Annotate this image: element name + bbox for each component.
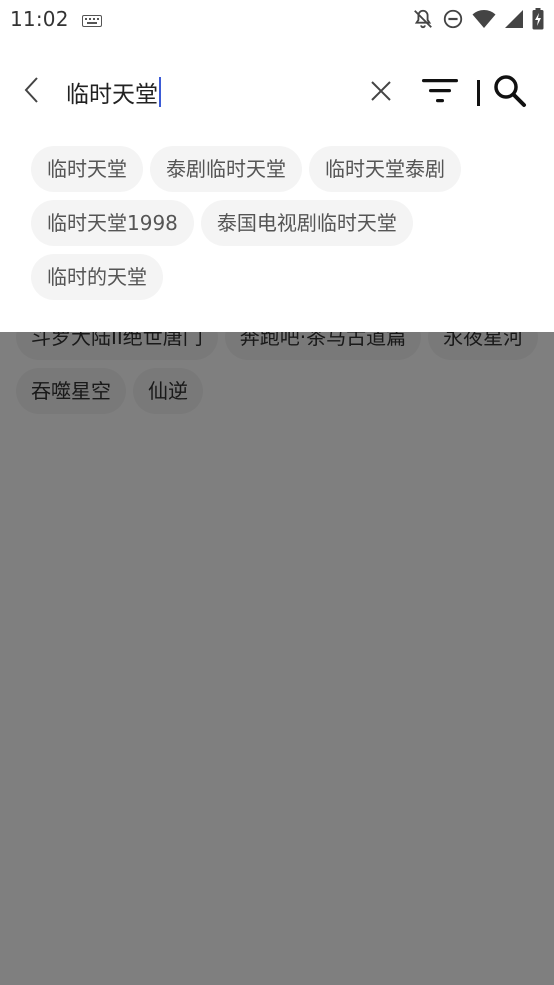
battery-charging-icon bbox=[532, 8, 544, 30]
search-input-text: 临时天堂 bbox=[66, 82, 158, 108]
filter-button[interactable] bbox=[420, 76, 460, 110]
suggestion-chip[interactable]: 临时天堂1998 bbox=[31, 200, 194, 246]
filter-icon bbox=[421, 77, 459, 109]
close-icon bbox=[370, 80, 392, 106]
suggestion-chip[interactable]: 临时的天堂 bbox=[31, 254, 163, 300]
status-bar: 11:02 bbox=[0, 0, 554, 38]
search-icon bbox=[493, 74, 527, 112]
suggestion-chip[interactable]: 临时天堂泰剧 bbox=[309, 146, 461, 192]
suggestion-chip[interactable]: 泰剧临时天堂 bbox=[150, 146, 302, 192]
bell-off-icon bbox=[412, 8, 434, 30]
text-cursor bbox=[159, 77, 161, 107]
search-input[interactable]: 临时天堂 bbox=[66, 72, 356, 112]
wifi-icon bbox=[472, 9, 496, 29]
suggestion-chip[interactable]: 泰国电视剧临时天堂 bbox=[200, 200, 413, 246]
toolbar-divider bbox=[477, 80, 480, 106]
back-button[interactable] bbox=[14, 74, 50, 110]
keyboard-icon bbox=[82, 12, 102, 27]
suggestion-chip[interactable]: 临时天堂 bbox=[31, 146, 143, 192]
suggestion-panel: 11:02 临时天堂 临时天堂 泰剧临时天堂 临时天堂泰剧 临时天堂1998 泰… bbox=[0, 0, 554, 332]
status-time: 11:02 bbox=[10, 7, 69, 31]
clear-button[interactable] bbox=[364, 76, 398, 110]
suggestion-list: 临时天堂 泰剧临时天堂 临时天堂泰剧 临时天堂1998 泰国电视剧临时天堂 临时… bbox=[31, 146, 541, 300]
chevron-left-icon bbox=[22, 76, 42, 108]
search-button[interactable] bbox=[490, 74, 530, 112]
screen: 斗罗大陆II绝世唐门 奔跑吧·茶马古道篇 永夜星河 吞噬星空 仙逆 11:02 bbox=[0, 0, 554, 985]
search-bar: 临时天堂 bbox=[0, 60, 554, 124]
do-not-disturb-icon bbox=[442, 8, 464, 30]
signal-icon bbox=[504, 9, 524, 29]
status-icons bbox=[412, 8, 544, 30]
